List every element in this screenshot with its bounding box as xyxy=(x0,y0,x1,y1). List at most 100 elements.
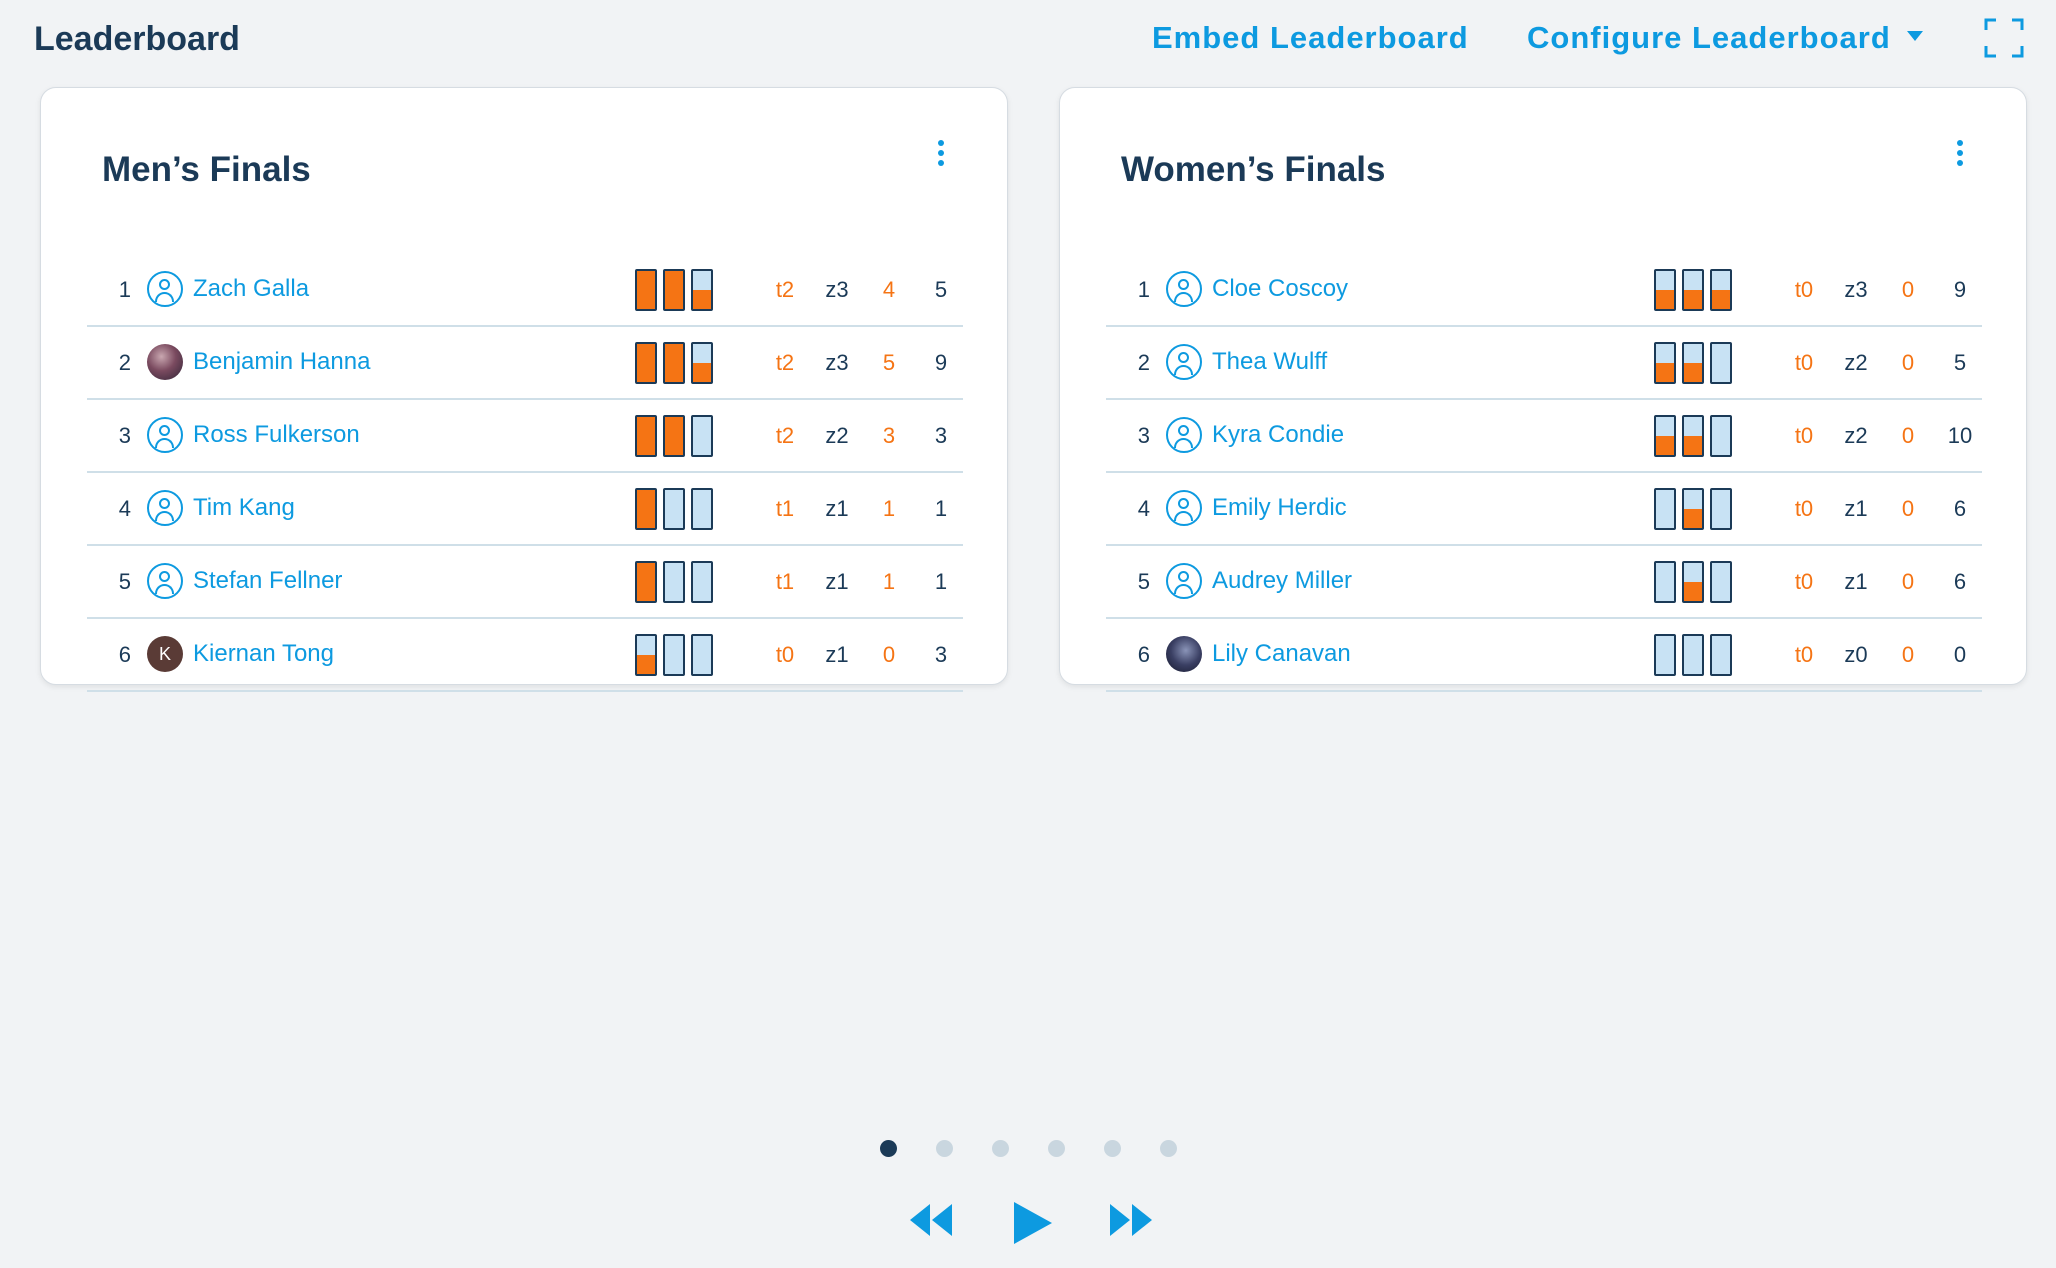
tops-count: t0 xyxy=(1794,350,1814,375)
user-icon xyxy=(1166,490,1202,526)
boulder-progress-bar xyxy=(1654,634,1676,676)
rank-number: 3 xyxy=(118,423,131,448)
athlete-name-link[interactable]: Stefan Fellner xyxy=(193,567,342,595)
boulder-progress-fill xyxy=(637,344,655,382)
fullscreen-icon[interactable] xyxy=(1984,18,2024,58)
boulder-progress-fill xyxy=(665,417,683,455)
page-title: Leaderboard xyxy=(34,20,240,58)
boulder-progress-bars xyxy=(635,634,715,676)
boulder-progress-bar xyxy=(635,561,657,603)
leaderboard-card-womens-finals: Women’s Finals 1 Cloe Coscoy t0 z3 0 9 2 Thea W… xyxy=(1059,87,2027,692)
attempts-count: 0 xyxy=(1901,277,1915,302)
boulder-progress-fill xyxy=(637,655,655,674)
rank-number: 1 xyxy=(1137,277,1150,302)
user-icon xyxy=(147,417,183,453)
athlete-name-link[interactable]: Kiernan Tong xyxy=(193,640,334,668)
points-count: 1 xyxy=(934,569,948,594)
attempts-count: 5 xyxy=(882,350,896,375)
rank-number: 1 xyxy=(118,277,131,302)
boulder-progress-bar xyxy=(635,634,657,676)
boulder-progress-bar xyxy=(691,415,713,457)
avatar xyxy=(1166,636,1202,672)
boulder-progress-bar xyxy=(691,342,713,384)
attempts-count: 0 xyxy=(1901,423,1915,448)
boulder-progress-bar xyxy=(1710,634,1732,676)
boulder-progress-bar xyxy=(1654,269,1676,311)
zones-count: z2 xyxy=(1844,350,1868,375)
boulder-progress-bar xyxy=(1710,415,1732,457)
user-icon xyxy=(147,563,183,599)
pagination-dot[interactable] xyxy=(1160,1140,1177,1157)
boulder-progress-bar xyxy=(1682,269,1704,311)
boulder-progress-bar xyxy=(1682,561,1704,603)
boulder-progress-bar xyxy=(635,342,657,384)
leaderboard-rows: 1 Cloe Coscoy t0 z3 0 9 2 Thea Wulff t0 z2 0 5 3 Kyra… xyxy=(1106,254,1982,692)
boulder-progress-fill xyxy=(637,490,655,528)
play-icon[interactable] xyxy=(1010,1200,1054,1246)
leaderboard-row: 5 Stefan Fellner t1 z1 1 1 xyxy=(87,546,963,619)
boulder-progress-bar xyxy=(663,415,685,457)
fast-forward-icon[interactable] xyxy=(1106,1200,1156,1240)
points-count: 9 xyxy=(1953,277,1967,302)
zones-count: z3 xyxy=(825,277,849,302)
attempts-count: 0 xyxy=(1901,496,1915,521)
attempts-count: 4 xyxy=(882,277,896,302)
attempts-count: 0 xyxy=(1901,569,1915,594)
more-options-icon[interactable] xyxy=(1952,140,1968,180)
athlete-name-link[interactable]: Zach Galla xyxy=(193,275,309,303)
rewind-icon[interactable] xyxy=(906,1200,956,1240)
boulder-progress-fill xyxy=(1712,290,1730,309)
embed-leaderboard-button[interactable]: Embed Leaderboard xyxy=(1152,20,1469,56)
attempts-count: 0 xyxy=(1901,642,1915,667)
boulder-progress-bar xyxy=(663,269,685,311)
tops-count: t2 xyxy=(775,350,795,375)
athlete-name-link[interactable]: Audrey Miller xyxy=(1212,567,1352,595)
tops-count: t0 xyxy=(775,642,795,667)
user-icon xyxy=(147,271,183,307)
athlete-name-link[interactable]: Benjamin Hanna xyxy=(193,348,370,376)
leaderboard-rows: 1 Zach Galla t2 z3 4 5 2 Benjamin Hanna t2 z3 5 9 3 R… xyxy=(87,254,963,692)
points-count: 6 xyxy=(1953,496,1967,521)
boulder-progress-bars xyxy=(1654,342,1734,384)
boulder-progress-fill xyxy=(637,563,655,601)
athlete-name-link[interactable]: Kyra Condie xyxy=(1212,421,1344,449)
pagination-dot[interactable] xyxy=(1104,1140,1121,1157)
pagination-dot[interactable] xyxy=(1048,1140,1065,1157)
pagination-dot[interactable] xyxy=(992,1140,1009,1157)
athlete-name-link[interactable]: Lily Canavan xyxy=(1212,640,1351,668)
pagination-dot[interactable] xyxy=(880,1140,897,1157)
athlete-name-link[interactable]: Emily Herdic xyxy=(1212,494,1347,522)
boulder-progress-bar xyxy=(691,488,713,530)
zones-count: z3 xyxy=(825,350,849,375)
boulder-progress-fill xyxy=(1684,436,1702,455)
athlete-name-link[interactable]: Tim Kang xyxy=(193,494,295,522)
points-count: 5 xyxy=(1953,350,1967,375)
caret-down-icon xyxy=(1906,30,1923,41)
boulder-progress-bar xyxy=(691,561,713,603)
zones-count: z1 xyxy=(825,569,849,594)
leaderboard-row: 2 Benjamin Hanna t2 z3 5 9 xyxy=(87,327,963,400)
boulder-progress-fill xyxy=(1684,363,1702,382)
rank-number: 4 xyxy=(1137,496,1150,521)
points-count: 3 xyxy=(934,642,948,667)
configure-leaderboard-dropdown[interactable]: Configure Leaderboard xyxy=(1527,20,1923,56)
points-count: 6 xyxy=(1953,569,1967,594)
athlete-name-link[interactable]: Cloe Coscoy xyxy=(1212,275,1348,303)
boulder-progress-bar xyxy=(1710,488,1732,530)
athlete-name-link[interactable]: Thea Wulff xyxy=(1212,348,1327,376)
tops-count: t0 xyxy=(1794,569,1814,594)
header: Leaderboard Embed Leaderboard Configure … xyxy=(0,0,2056,80)
zones-count: z1 xyxy=(1844,496,1868,521)
boulder-progress-bars xyxy=(635,415,715,457)
boulder-progress-fill xyxy=(1656,436,1674,455)
rank-number: 5 xyxy=(118,569,131,594)
tops-count: t0 xyxy=(1794,277,1814,302)
pagination-dots xyxy=(880,1140,1180,1160)
more-options-icon[interactable] xyxy=(933,140,949,180)
athlete-name-link[interactable]: Ross Fulkerson xyxy=(193,421,360,449)
card-title: Men’s Finals xyxy=(102,150,311,189)
boulder-progress-bar xyxy=(1710,269,1732,311)
rank-number: 6 xyxy=(118,642,131,667)
pagination-dot[interactable] xyxy=(936,1140,953,1157)
tops-count: t1 xyxy=(775,569,795,594)
